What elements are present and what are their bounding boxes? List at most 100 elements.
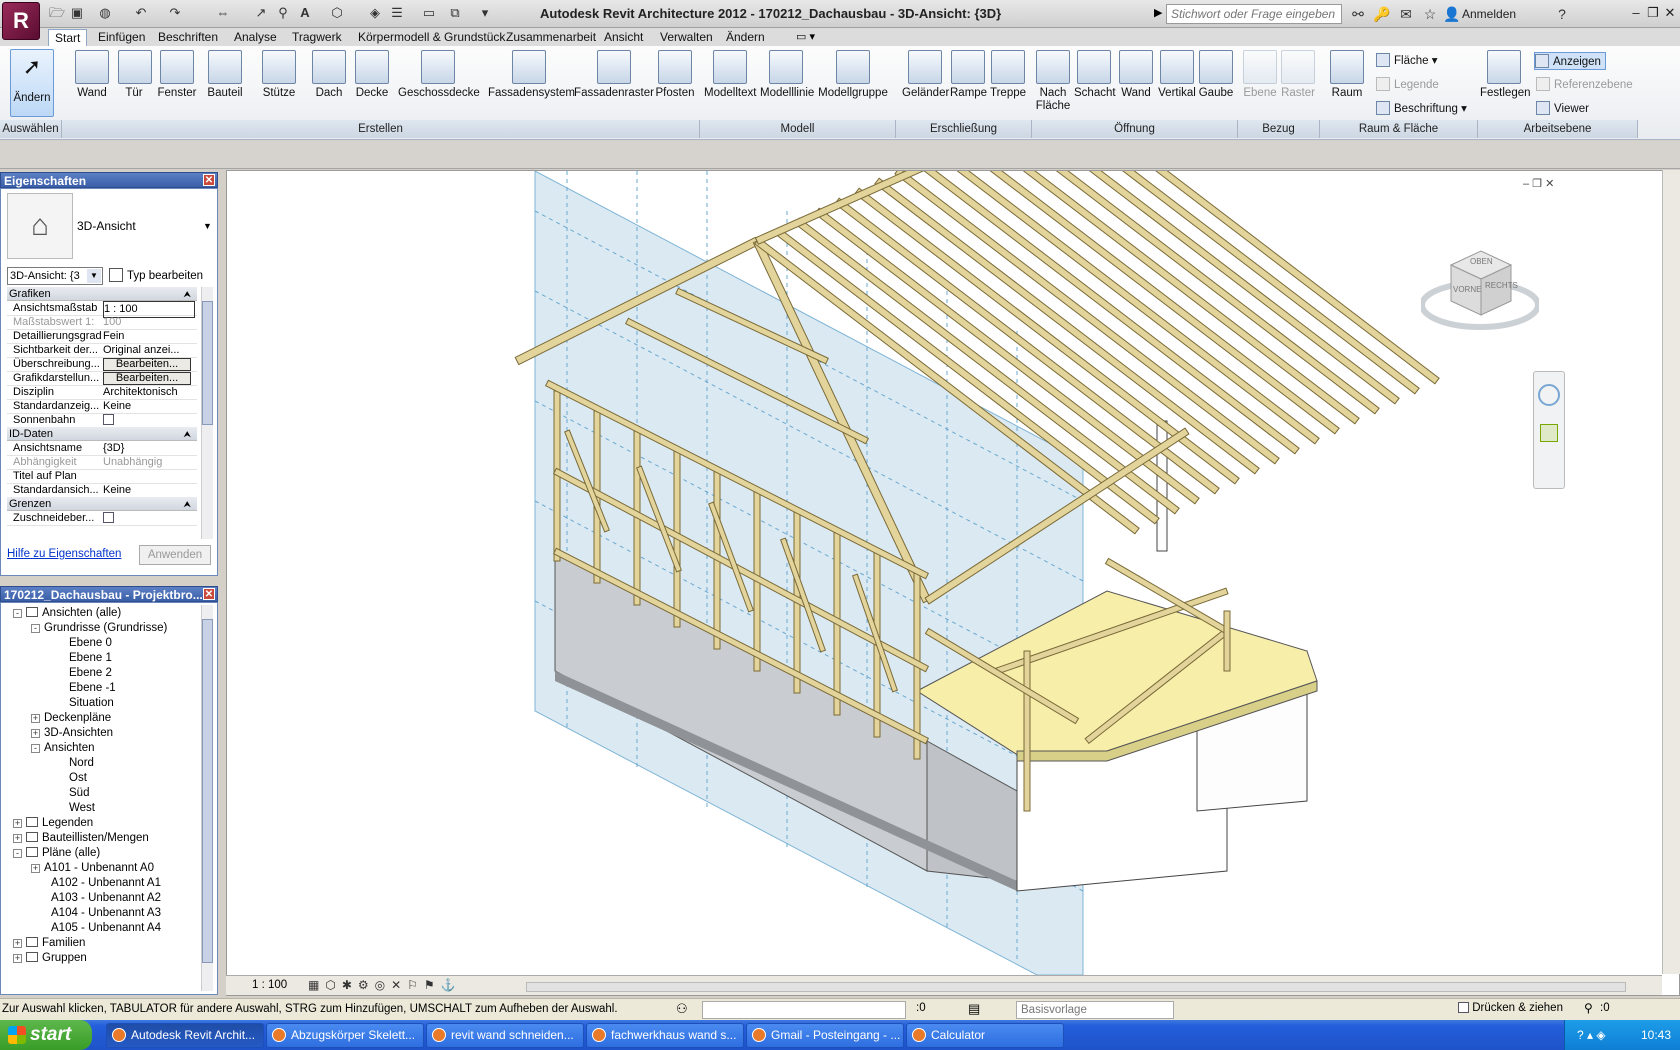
tree-node[interactable]: - Pläne (alle)	[13, 845, 100, 861]
expand-icon[interactable]: +	[13, 939, 22, 948]
customize-qat-icon[interactable]: ▾	[476, 4, 494, 22]
start-button[interactable]: start	[0, 1020, 92, 1050]
tree-node[interactable]: Ebene 1	[49, 650, 112, 666]
railing-button[interactable]: Geländer	[902, 50, 949, 116]
collapse-icon[interactable]: ⮝	[183, 497, 191, 511]
close-hidden-icon[interactable]: ▭	[420, 4, 438, 22]
tab-koerpermodell[interactable]: Körpermodell & Grundstück	[352, 29, 511, 46]
view-scale[interactable]: 1 : 100	[252, 979, 287, 991]
ref-plane-button[interactable]: Referenzebene	[1536, 76, 1633, 94]
collapse-icon[interactable]: -	[31, 624, 40, 633]
expand-icon[interactable]: +	[31, 864, 40, 873]
workset-selector[interactable]	[702, 1001, 906, 1019]
edit-type-button[interactable]: Typ bearbeiten	[109, 267, 213, 285]
modify-button[interactable]: ➚ Ändern	[10, 49, 54, 117]
tab-zusammenarbeit[interactable]: Zusammenarbeit	[500, 29, 602, 46]
tree-node[interactable]: +3D-Ansichten	[31, 725, 113, 741]
tab-tragwerk[interactable]: Tragwerk	[286, 29, 348, 46]
minimize-icon[interactable]: –	[1628, 5, 1644, 21]
property-row[interactable]: Überschreibung... Bearbeiten...	[7, 357, 197, 372]
curtain-grid-button[interactable]: Fassadenraster	[574, 50, 654, 116]
collapse-icon[interactable]: ⮝	[183, 287, 191, 301]
vertical-opening-button[interactable]: Vertikal	[1156, 50, 1198, 116]
property-row[interactable]: Ansichtsname {3D}	[7, 441, 197, 456]
properties-help-link[interactable]: Hilfe zu Eigenschaften	[7, 548, 121, 560]
browser-scrollbar[interactable]	[201, 605, 213, 991]
ramp-button[interactable]: Rampe	[950, 50, 987, 116]
favorites-icon[interactable]: ☆	[1420, 4, 1440, 24]
collapse-icon[interactable]: -	[13, 609, 22, 618]
open-icon[interactable]: 🗁	[48, 4, 66, 22]
property-section[interactable]: Grenzen ⮝	[7, 497, 197, 511]
3d-view-icon[interactable]: ⬡	[328, 4, 346, 22]
view-selector[interactable]: 3D-Ansicht: {3 ▼	[7, 267, 103, 285]
dimension-icon[interactable]: ↗	[252, 4, 270, 22]
edit-property-button[interactable]: Bearbeiten...	[103, 372, 191, 385]
property-row[interactable]: Maßstabswert 1: 100	[7, 315, 197, 330]
tab-einfuegen[interactable]: Einfügen	[92, 29, 151, 46]
scroll-thumb[interactable]	[202, 301, 213, 425]
model-line-button[interactable]: Modelllinie	[760, 50, 814, 116]
signin-label[interactable]: Anmelden	[1462, 7, 1516, 21]
viewcube-right-label[interactable]: RECHTS	[1485, 281, 1518, 290]
subscription-icon[interactable]: 🔑	[1372, 4, 1392, 24]
text-icon[interactable]: A	[296, 4, 314, 22]
area-button[interactable]: Fläche ▾	[1376, 52, 1438, 70]
expand-icon[interactable]: +	[13, 954, 22, 963]
tab-aendern[interactable]: Ändern	[720, 29, 771, 46]
roof-button[interactable]: Dach	[312, 50, 346, 116]
design-option-selector[interactable]: Basisvorlage	[1016, 1001, 1174, 1019]
window-button[interactable]: Fenster	[156, 50, 198, 116]
ribbon-minimize-icon[interactable]: ▭ ▾	[796, 30, 815, 43]
view-control-icons[interactable]: ▦⬡✱⚙◎✕⚐⚑⚓	[308, 978, 462, 992]
search-input[interactable]	[1166, 4, 1342, 24]
vertical-scrollbar[interactable]	[1662, 170, 1680, 974]
taskbar-item[interactable]: Gmail - Posteingang - ...	[746, 1023, 904, 1048]
group-room-area[interactable]: Raum & Fläche	[1320, 120, 1478, 138]
viewer-button[interactable]: Viewer	[1536, 100, 1589, 118]
redo-icon[interactable]: ↷	[166, 4, 184, 22]
type-dropdown-icon[interactable]: ▼	[203, 221, 212, 231]
property-row[interactable]: Standardansich... Keine	[7, 483, 197, 498]
tree-node[interactable]: + Legenden	[13, 815, 93, 831]
worksets-icon[interactable]: ⚇	[676, 1001, 688, 1017]
expand-search-icon[interactable]: ▶	[1154, 6, 1162, 19]
model-text-button[interactable]: Modelltext	[704, 50, 756, 116]
tree-node[interactable]: Ebene 2	[49, 665, 112, 681]
steering-wheel-icon[interactable]	[1538, 384, 1560, 406]
taskbar-item[interactable]: Calculator	[906, 1023, 1064, 1048]
horizontal-scrollbar[interactable]	[526, 982, 1626, 992]
section-icon[interactable]: ◈	[366, 4, 384, 22]
tray-icons[interactable]: ? ▴ ◈	[1577, 1020, 1606, 1050]
opening-by-face-button[interactable]: Nach Fläche	[1034, 50, 1072, 116]
filter-icon[interactable]: ⚲	[1584, 1001, 1593, 1015]
save-icon[interactable]: ▣	[68, 4, 86, 22]
property-row[interactable]: Sonnenbahn	[7, 413, 197, 428]
drag-option[interactable]: Drücken & ziehen	[1458, 1002, 1563, 1014]
taskbar-item[interactable]: revit wand schneiden...	[426, 1023, 584, 1048]
undo-icon[interactable]: ↶	[132, 4, 150, 22]
browser-scroll-thumb[interactable]	[202, 619, 213, 963]
collapse-icon[interactable]: -	[13, 849, 22, 858]
edit-property-button[interactable]: Bearbeiten...	[103, 358, 191, 371]
dormer-button[interactable]: Gaube	[1198, 50, 1234, 116]
wall-opening-button[interactable]: Wand	[1118, 50, 1154, 116]
grid-button[interactable]: Raster	[1280, 50, 1316, 116]
tree-node[interactable]: - Ansichten (alle)	[13, 605, 121, 621]
tree-node[interactable]: + Deckenpläne	[31, 710, 111, 726]
component-button[interactable]: Bauteil	[204, 50, 246, 116]
taskbar-item[interactable]: Abzugskörper Skelett...	[266, 1023, 424, 1048]
tab-analyse[interactable]: Analyse	[228, 29, 283, 46]
property-row[interactable]: Standardanzeig... Keine	[7, 399, 197, 414]
tag-button[interactable]: Beschriftung ▾	[1376, 100, 1467, 118]
tab-start[interactable]: Start	[48, 29, 88, 46]
door-button[interactable]: Tür	[118, 50, 152, 116]
measure-icon[interactable]: ⇔	[214, 4, 232, 22]
design-options-icon[interactable]: ▤	[968, 1001, 980, 1017]
property-checkbox[interactable]	[103, 414, 114, 425]
tag-icon[interactable]: ⚲	[274, 4, 292, 22]
tree-node[interactable]: A102 - Unbenannt A1	[31, 875, 161, 891]
stair-button[interactable]: Treppe	[990, 50, 1026, 116]
properties-scrollbar[interactable]	[201, 287, 213, 539]
expand-icon[interactable]: +	[13, 819, 22, 828]
